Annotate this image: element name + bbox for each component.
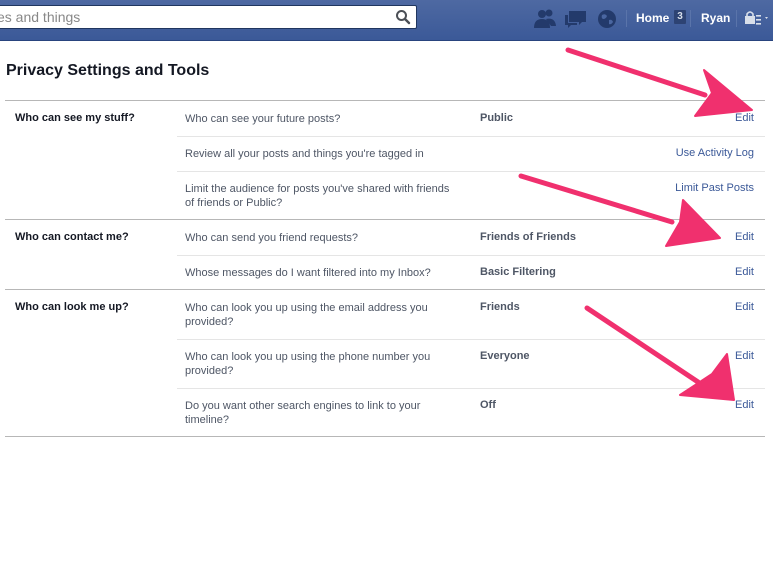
edit-email-lookup-link[interactable]: Edit — [735, 301, 754, 313]
edit-friend-requests-link[interactable]: Edit — [735, 231, 754, 243]
edit-future-posts-link[interactable]: Edit — [735, 112, 754, 124]
section-title: Who can see my stuff? — [15, 112, 135, 124]
setting-question: Who can see your future posts? — [185, 113, 341, 125]
notifications-globe-icon[interactable] — [596, 8, 620, 30]
setting-row-email-lookup: Who can look you up using the email addr… — [177, 301, 765, 335]
setting-question: Limit the audience for posts you've shar… — [185, 183, 450, 209]
row-divider — [177, 171, 765, 172]
friend-requests-icon[interactable] — [533, 8, 557, 30]
edit-search-engines-link[interactable]: Edit — [735, 399, 754, 411]
section-look-me-up: Who can look me up? Who can look you up … — [5, 289, 765, 437]
section-title: Who can contact me? — [15, 231, 129, 243]
setting-row-phone-lookup: Who can look you up using the phone numb… — [177, 350, 765, 384]
setting-question: Whose messages do I want filtered into m… — [185, 267, 431, 279]
privacy-shortcuts-icon[interactable] — [744, 10, 768, 32]
setting-row-message-filtering: Whose messages do I want filtered into m… — [177, 266, 765, 288]
search-icon[interactable] — [394, 8, 412, 26]
page-title: Privacy Settings and Tools — [6, 62, 210, 79]
nav-divider — [626, 10, 627, 27]
section-bottom-divider — [5, 436, 765, 437]
limit-past-posts-link[interactable]: Limit Past Posts — [675, 182, 754, 194]
section-see-my-stuff: Who can see my stuff? Who can see your f… — [5, 100, 765, 220]
nav-divider — [690, 10, 691, 27]
setting-question: Who can send you friend requests? — [185, 232, 359, 244]
setting-value: Off — [480, 399, 496, 411]
profile-link[interactable]: Ryan — [701, 11, 730, 25]
setting-value: Everyone — [480, 350, 530, 362]
setting-value: Public — [480, 112, 514, 124]
edit-phone-lookup-link[interactable]: Edit — [735, 350, 754, 362]
use-activity-log-link[interactable]: Use Activity Log — [676, 147, 754, 159]
setting-row-activity-log: Review all your posts and things you're … — [177, 147, 765, 171]
row-divider — [177, 136, 765, 137]
setting-question: Review all your posts and things you're … — [185, 148, 424, 160]
setting-row-limit-past-posts: Limit the audience for posts you've shar… — [177, 182, 765, 216]
setting-question: Do you want other search engines to link… — [185, 400, 421, 426]
edit-message-filtering-link[interactable]: Edit — [735, 266, 754, 278]
setting-value: Friends — [480, 301, 520, 313]
setting-row-future-posts: Who can see your future posts? Public Ed… — [177, 112, 765, 136]
setting-value: Basic Filtering — [480, 266, 556, 278]
setting-row-search-engines: Do you want other search engines to link… — [177, 399, 765, 433]
setting-row-friend-requests: Who can send you friend requests? Friend… — [177, 231, 765, 255]
nav-divider — [736, 10, 737, 27]
section-contact-me: Who can contact me? Who can send you fri… — [5, 219, 765, 290]
row-divider — [177, 255, 765, 256]
home-link[interactable]: Home — [636, 11, 669, 25]
setting-question: Who can look you up using the phone numb… — [185, 351, 431, 377]
section-title: Who can look me up? — [15, 301, 129, 313]
search-input[interactable] — [0, 6, 377, 28]
setting-value: Friends of Friends — [480, 231, 576, 243]
row-divider — [177, 388, 765, 389]
search-box[interactable] — [0, 5, 417, 29]
messages-icon[interactable] — [564, 8, 588, 30]
setting-question: Who can look you up using the email addr… — [185, 302, 428, 328]
top-navigation-bar: Home 3 Ryan — [0, 0, 773, 41]
home-count-badge: 3 — [674, 10, 686, 24]
row-divider — [177, 339, 765, 340]
